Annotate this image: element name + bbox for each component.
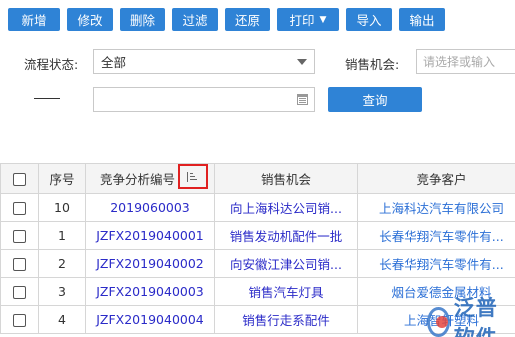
row-seq: 4 xyxy=(38,305,86,334)
select-all-cell xyxy=(0,163,39,194)
table-row[interactable]: 2 JZFX2019040002 向安徽江津公司销... 长春华翔汽车零件有..… xyxy=(0,249,515,278)
row-opportunity-link[interactable]: 销售汽车灯具 xyxy=(214,277,358,306)
row-seq: 3 xyxy=(38,277,86,306)
delete-button[interactable]: 删除 xyxy=(120,8,165,31)
toolbar: 新增 修改 删除 过滤 还原 打印 ▼ 导入 输出 xyxy=(8,8,445,31)
row-seq: 2 xyxy=(38,249,86,278)
restore-button[interactable]: 还原 xyxy=(225,8,270,31)
row-seq: 1 xyxy=(38,221,86,250)
calendar-icon[interactable] xyxy=(297,94,308,105)
query-button[interactable]: 查询 xyxy=(328,87,422,112)
row-customer-link[interactable]: 长春华翔汽车零件有... xyxy=(357,221,515,250)
column-header-seq[interactable]: 序号 xyxy=(38,163,86,194)
select-all-checkbox[interactable] xyxy=(13,173,26,186)
column-header-opportunity[interactable]: 销售机会 xyxy=(214,163,358,194)
row-code-link[interactable]: 2019060003 xyxy=(85,193,215,222)
add-button[interactable]: 新增 xyxy=(8,8,60,31)
row-code-link[interactable]: JZFX2019040004 xyxy=(85,305,215,334)
watermark-text: 泛普软件 xyxy=(453,296,498,337)
table-row[interactable]: 1 JZFX2019040001 销售发动机配件一批 长春华翔汽车零件有... xyxy=(0,221,515,250)
row-opportunity-link[interactable]: 向安徽江津公司销... xyxy=(214,249,358,278)
column-header-customer[interactable]: 竞争客户 xyxy=(357,163,515,194)
print-button[interactable]: 打印 ▼ xyxy=(277,8,339,31)
row-code-link[interactable]: JZFX2019040003 xyxy=(85,277,215,306)
table-row[interactable]: 10 2019060003 向上海科达公司销... 上海科达汽车有限公司 xyxy=(0,193,515,222)
edit-button[interactable]: 修改 xyxy=(67,8,113,31)
filter-button[interactable]: 过滤 xyxy=(172,8,218,31)
row-checkbox[interactable] xyxy=(13,286,26,299)
date-range-separator xyxy=(34,98,60,99)
row-code-link[interactable]: JZFX2019040001 xyxy=(85,221,215,250)
flow-status-value: 全部 xyxy=(101,55,127,70)
column-header-code-label: 竞争分析编号 xyxy=(100,172,176,187)
flow-status-select[interactable]: 全部 xyxy=(93,49,315,74)
watermark: 泛普软件 xyxy=(427,292,515,337)
row-checkbox[interactable] xyxy=(13,314,26,327)
opportunity-label: 销售机会: xyxy=(345,57,400,72)
row-opportunity-link[interactable]: 向上海科达公司销... xyxy=(214,193,358,222)
export-button[interactable]: 输出 xyxy=(399,8,445,31)
row-checkbox[interactable] xyxy=(13,258,26,271)
row-customer-link[interactable]: 长春华翔汽车零件有... xyxy=(357,249,515,278)
sort-icon-highlight[interactable] xyxy=(178,164,208,189)
caret-down-icon: ▼ xyxy=(319,14,327,25)
row-checkbox[interactable] xyxy=(13,202,26,215)
flow-status-label: 流程状态: xyxy=(24,57,79,72)
row-checkbox[interactable] xyxy=(13,230,26,243)
print-button-label: 打印 xyxy=(289,13,315,28)
brand-logo-icon xyxy=(427,307,450,337)
row-opportunity-link[interactable]: 销售发动机配件一批 xyxy=(214,221,358,250)
table-header-row: 序号 竞争分析编号 销售机会 竞争客户 xyxy=(0,163,515,194)
date-input[interactable] xyxy=(93,87,315,112)
row-customer-link[interactable]: 上海科达汽车有限公司 xyxy=(357,193,515,222)
import-button[interactable]: 导入 xyxy=(346,8,392,31)
row-seq: 10 xyxy=(38,193,86,222)
dropdown-arrow-icon xyxy=(297,59,307,65)
row-opportunity-link[interactable]: 销售行走系配件 xyxy=(214,305,358,334)
opportunity-input[interactable] xyxy=(416,49,515,74)
sort-icon[interactable] xyxy=(187,171,199,182)
row-code-link[interactable]: JZFX2019040002 xyxy=(85,249,215,278)
